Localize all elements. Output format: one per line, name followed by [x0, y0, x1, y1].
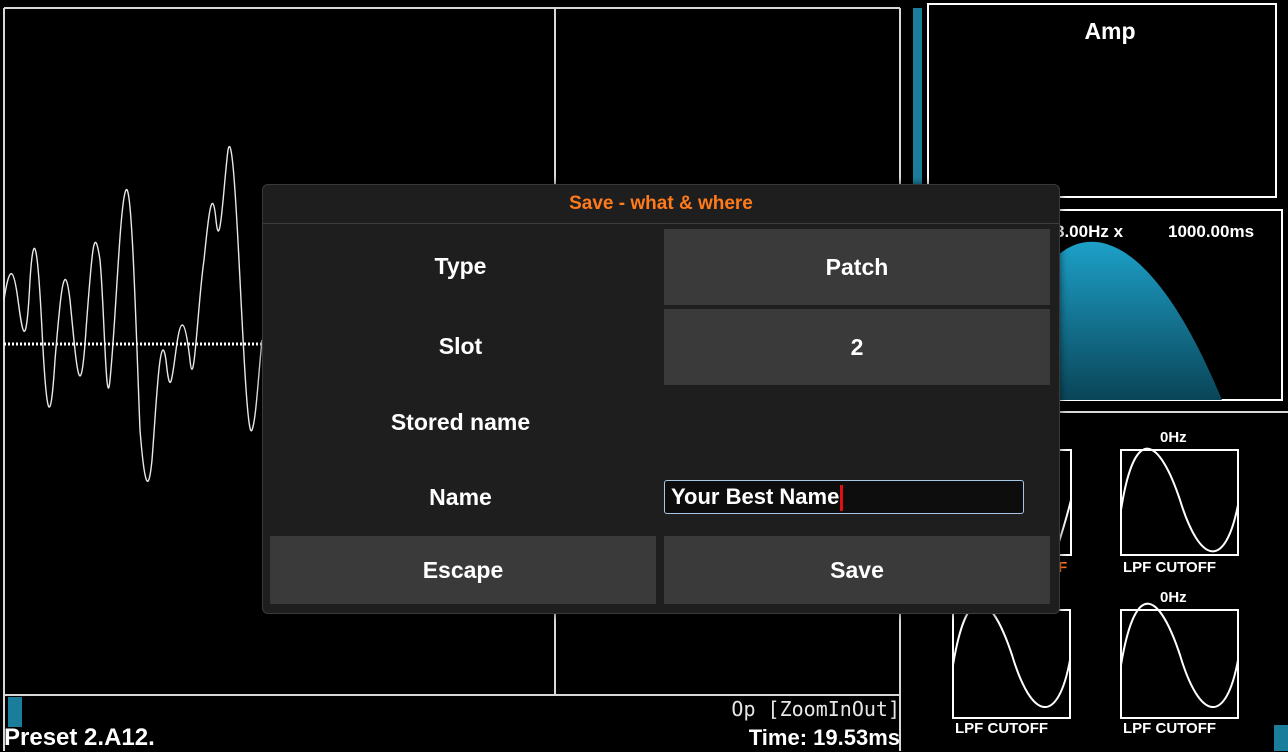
save-dialog: Save - what & where Type Patch Slot 2 St…: [262, 184, 1060, 614]
stored-name-value: [664, 405, 1050, 439]
amp-title: Amp: [1084, 18, 1136, 44]
preset-name: Preset 2.A12.: [4, 724, 155, 751]
dialog-title: Save - what & where: [263, 185, 1059, 224]
type-selector[interactable]: Patch: [664, 229, 1050, 305]
name-input-value: Your Best Name: [671, 484, 840, 509]
lfo-label: LPF CUTOFF: [1123, 720, 1217, 737]
time-readout: Time: 19.53ms: [748, 725, 900, 750]
waveform: [3, 146, 263, 482]
operation-status: Op [ZoomInOut]: [731, 697, 900, 721]
lfo-label: LPF CUTOFF: [955, 720, 1049, 737]
name-input[interactable]: Your Best Name: [664, 480, 1024, 514]
envelope-time: 1000.00ms: [1168, 222, 1255, 241]
lfo-freq-top: 0Hz: [1160, 429, 1187, 446]
lfo-label: LPF CUTOFF: [1123, 559, 1217, 576]
stored-name-label: Stored name: [390, 409, 531, 435]
slot-label: Slot: [438, 333, 483, 359]
type-label: Type: [434, 253, 487, 279]
lfo-freq-bottom: 0Hz: [1160, 589, 1187, 606]
slot-selector[interactable]: 2: [664, 309, 1050, 385]
text-cursor: [840, 485, 844, 512]
envelope-shape: [1058, 241, 1222, 400]
name-label: Name: [429, 484, 492, 510]
escape-button[interactable]: Escape: [270, 536, 656, 604]
save-button[interactable]: Save: [664, 536, 1050, 604]
envelope-rate: 8.00Hz x: [1055, 222, 1124, 241]
